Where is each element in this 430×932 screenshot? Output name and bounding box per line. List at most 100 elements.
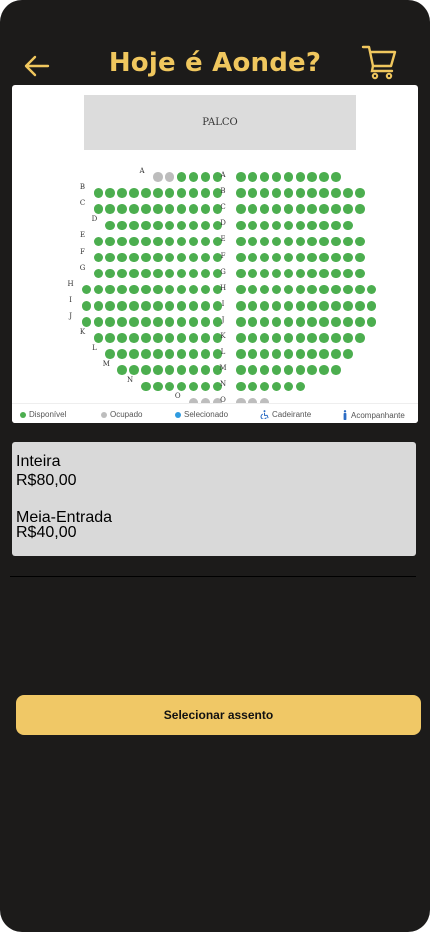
seat[interactable] (176, 252, 187, 263)
seat[interactable] (164, 284, 175, 295)
seat[interactable] (236, 204, 246, 214)
seat[interactable] (188, 220, 199, 231)
seat[interactable] (176, 333, 187, 343)
seat[interactable] (283, 188, 294, 198)
seat[interactable] (93, 236, 104, 247)
seat[interactable] (117, 220, 127, 231)
seat[interactable] (355, 284, 365, 295)
seat[interactable] (319, 365, 329, 375)
seat[interactable] (117, 268, 127, 279)
seat[interactable] (247, 252, 258, 263)
seat[interactable] (236, 365, 246, 375)
seat[interactable] (247, 317, 258, 327)
seat[interactable] (164, 301, 175, 311)
seat[interactable] (247, 220, 258, 231)
seat[interactable] (200, 236, 211, 247)
seat[interactable] (271, 172, 282, 182)
seat[interactable] (331, 268, 341, 279)
seat[interactable] (295, 284, 306, 295)
seat[interactable] (93, 301, 104, 311)
seat[interactable] (81, 317, 92, 327)
seat[interactable] (295, 236, 306, 247)
seat[interactable] (164, 365, 175, 375)
seat[interactable] (141, 381, 151, 392)
seat[interactable] (129, 236, 139, 247)
seat[interactable] (331, 349, 341, 359)
seat[interactable] (164, 268, 175, 279)
seat[interactable] (153, 172, 163, 182)
seat[interactable] (283, 172, 294, 182)
seat[interactable] (141, 301, 151, 311)
seat[interactable] (200, 301, 211, 311)
seat[interactable] (247, 365, 258, 375)
seat[interactable] (307, 252, 317, 263)
seat[interactable] (319, 220, 329, 231)
seat[interactable] (153, 236, 163, 247)
seat[interactable] (247, 172, 258, 182)
seat[interactable] (247, 236, 258, 247)
seat[interactable] (164, 317, 175, 327)
seat[interactable] (247, 301, 258, 311)
seat[interactable] (366, 284, 377, 295)
seat[interactable] (319, 317, 329, 327)
seat[interactable] (295, 204, 306, 214)
seat[interactable] (200, 333, 211, 343)
seat[interactable] (307, 349, 317, 359)
seat[interactable] (105, 204, 115, 214)
seat[interactable] (176, 188, 187, 198)
seat[interactable] (343, 268, 353, 279)
seat[interactable] (283, 268, 294, 279)
seat[interactable] (355, 317, 365, 327)
seat[interactable] (153, 220, 163, 231)
seat[interactable] (259, 220, 270, 231)
seat[interactable] (200, 365, 211, 375)
seat[interactable] (188, 381, 199, 392)
seat[interactable] (176, 172, 187, 182)
seat[interactable] (295, 365, 306, 375)
seat[interactable] (141, 204, 151, 214)
seat[interactable] (117, 349, 127, 359)
seat[interactable] (129, 204, 139, 214)
seat[interactable] (200, 220, 211, 231)
seat[interactable] (271, 317, 282, 327)
seat[interactable] (164, 188, 175, 198)
seat[interactable] (319, 301, 329, 311)
seat[interactable] (259, 268, 270, 279)
seat[interactable] (283, 317, 294, 327)
seat[interactable] (141, 284, 151, 295)
seat[interactable] (283, 220, 294, 231)
seat[interactable] (153, 301, 163, 311)
seat[interactable] (259, 349, 270, 359)
seat[interactable] (283, 204, 294, 214)
seat[interactable] (176, 204, 187, 214)
seat[interactable] (283, 349, 294, 359)
seat[interactable] (236, 252, 246, 263)
seat[interactable] (236, 381, 246, 392)
seat[interactable] (295, 317, 306, 327)
seat[interactable] (164, 204, 175, 214)
seat[interactable] (355, 204, 365, 214)
seat[interactable] (259, 333, 270, 343)
seat[interactable] (153, 188, 163, 198)
seat[interactable] (331, 188, 341, 198)
seat[interactable] (307, 188, 317, 198)
seat[interactable] (93, 268, 104, 279)
seat[interactable] (307, 204, 317, 214)
seat[interactable] (129, 317, 139, 327)
seat[interactable] (271, 284, 282, 295)
seat[interactable] (259, 317, 270, 327)
seat[interactable] (283, 301, 294, 311)
seat[interactable] (355, 268, 365, 279)
seat[interactable] (319, 333, 329, 343)
seat[interactable] (141, 317, 151, 327)
seat[interactable] (236, 172, 246, 182)
seat[interactable] (295, 268, 306, 279)
seat[interactable] (105, 236, 115, 247)
seat[interactable] (117, 333, 127, 343)
seat[interactable] (200, 349, 211, 359)
seat[interactable] (164, 349, 175, 359)
seat[interactable] (331, 172, 341, 182)
seat[interactable] (188, 349, 199, 359)
seat[interactable] (331, 236, 341, 247)
seat[interactable] (105, 349, 115, 359)
